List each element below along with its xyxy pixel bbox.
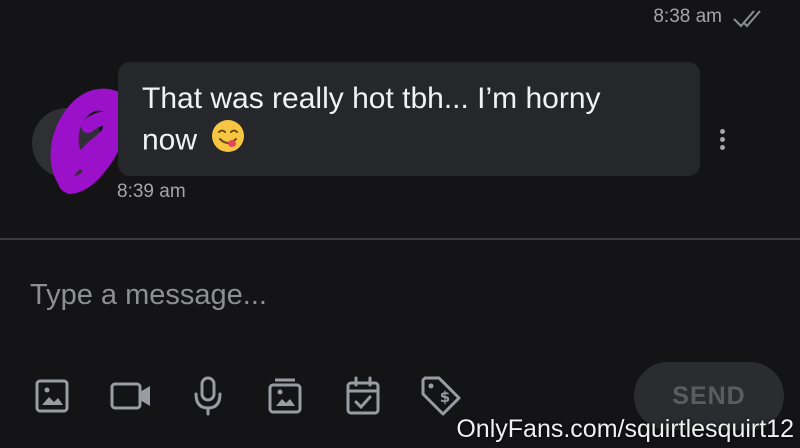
previous-message-time: 8:38 am: [653, 6, 722, 27]
svg-text:$: $: [440, 388, 450, 406]
incoming-message-time: 8:39 am: [117, 181, 186, 202]
face-savoring-food-emoji: [211, 119, 245, 164]
message-input[interactable]: [28, 270, 592, 320]
double-check-icon: [732, 7, 766, 36]
image-icon[interactable]: [31, 375, 73, 417]
price-tag-icon[interactable]: $: [418, 375, 464, 417]
composer-divider: [0, 238, 800, 240]
gallery-vault-icon[interactable]: [264, 375, 306, 417]
message-text-line1: That was really hot tbh... I’m horny: [142, 82, 601, 115]
message-more-options-button[interactable]: [712, 122, 732, 156]
incoming-message-bubble[interactable]: That was really hot tbh... I’m horny now: [118, 62, 700, 176]
video-icon[interactable]: [108, 375, 154, 417]
microphone-icon[interactable]: [187, 375, 229, 417]
watermark-text: OnlyFans.com/squirtlesquirt12: [456, 415, 794, 443]
message-text-line2: now: [142, 123, 198, 157]
calendar-check-icon[interactable]: [342, 375, 384, 417]
